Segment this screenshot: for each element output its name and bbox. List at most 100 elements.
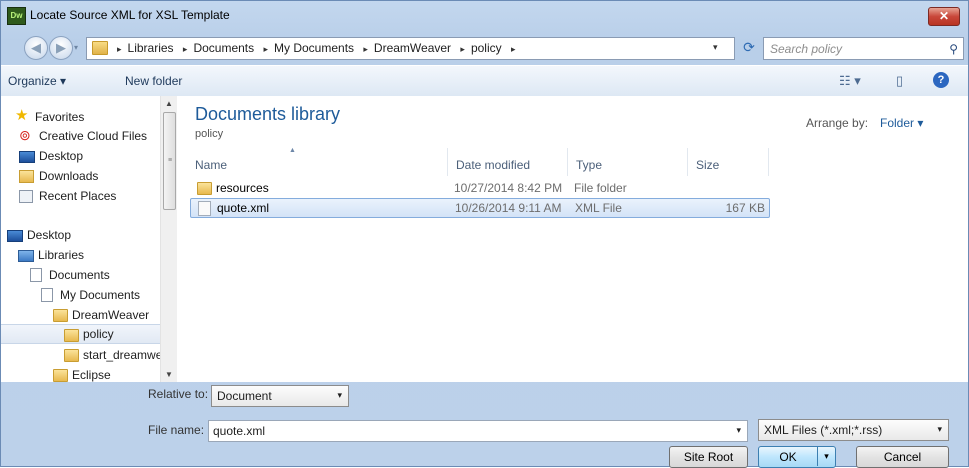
star-icon: ★ bbox=[15, 107, 29, 124]
site-root-button[interactable]: Site Root bbox=[669, 446, 748, 468]
nav-label: Creative Cloud Files bbox=[39, 129, 148, 143]
folder-icon bbox=[92, 41, 108, 55]
breadcrumb-libraries[interactable]: Libraries bbox=[128, 41, 174, 55]
breadcrumb-policy[interactable]: policy bbox=[471, 41, 502, 55]
file-date: 10/26/2014 9:11 AM bbox=[455, 201, 562, 215]
file-type-filter-select[interactable]: XML Files (*.xml;*.rss) ▾ bbox=[758, 419, 949, 441]
chevron-right-icon[interactable]: ▸ bbox=[183, 44, 188, 54]
relative-to-select[interactable]: Document ▾ bbox=[211, 385, 349, 407]
file-type: XML File bbox=[575, 201, 622, 215]
file-type: File folder bbox=[574, 181, 627, 195]
forward-button[interactable]: ▶ bbox=[49, 36, 73, 60]
file-row-quote-xml[interactable]: quote.xml 10/26/2014 9:11 AM XML File 16… bbox=[190, 198, 770, 218]
nav-desktop[interactable]: Desktop bbox=[1, 225, 161, 245]
column-header-date[interactable]: Date modified bbox=[456, 154, 566, 176]
scroll-thumb[interactable]: ≡ bbox=[163, 112, 176, 210]
search-icon[interactable]: ⚲ bbox=[949, 42, 958, 56]
grip-icon: ≡ bbox=[168, 157, 173, 164]
new-folder-button[interactable]: New folder bbox=[125, 74, 182, 88]
nav-label: DreamWeaver bbox=[72, 308, 150, 322]
close-button[interactable]: ✕ bbox=[928, 7, 960, 26]
nav-favorites[interactable]: ★ Favorites bbox=[1, 107, 161, 127]
nav-label: start_dreamweaver bbox=[83, 348, 161, 362]
chevron-right-icon[interactable]: ▸ bbox=[363, 44, 368, 54]
column-divider[interactable] bbox=[768, 148, 769, 176]
documents-icon bbox=[41, 288, 53, 302]
nav-creative-cloud[interactable]: ⊚ Creative Cloud Files bbox=[1, 126, 161, 146]
recent-locations-icon[interactable]: ▾ bbox=[74, 43, 78, 52]
recent-places-icon bbox=[19, 190, 33, 203]
cancel-button[interactable]: Cancel bbox=[856, 446, 949, 468]
library-subtitle: policy bbox=[195, 128, 224, 140]
breadcrumb-my-documents[interactable]: My Documents bbox=[274, 41, 354, 55]
file-row-resources[interactable]: resources 10/27/2014 8:42 PM File folder bbox=[190, 178, 768, 198]
file-type-filter-value: XML Files (*.xml;*.rss) bbox=[764, 423, 883, 437]
ok-dropdown-icon[interactable]: ▾ bbox=[817, 446, 835, 466]
back-button[interactable]: ◀ bbox=[24, 36, 48, 60]
nav-label: Desktop bbox=[39, 149, 84, 163]
column-divider[interactable] bbox=[567, 148, 568, 176]
nav-my-documents[interactable]: My Documents bbox=[1, 285, 161, 305]
column-header-name[interactable]: Name bbox=[195, 154, 445, 176]
file-name: resources bbox=[216, 181, 269, 195]
search-input[interactable]: Search policy ⚲ bbox=[763, 37, 964, 60]
column-divider[interactable] bbox=[687, 148, 688, 176]
nav-scrollbar[interactable]: ▲ ≡ ▼ bbox=[160, 96, 177, 382]
folder-icon bbox=[53, 369, 68, 382]
file-list-pane: Documents library policy Arrange by: Fol… bbox=[177, 96, 968, 382]
breadcrumb-documents[interactable]: Documents bbox=[193, 41, 254, 55]
window-title: Locate Source XML for XSL Template bbox=[30, 8, 230, 22]
nav-documents[interactable]: Documents bbox=[1, 265, 161, 285]
scroll-up-icon[interactable]: ▲ bbox=[165, 99, 173, 108]
creative-cloud-icon: ⊚ bbox=[19, 127, 31, 143]
organize-button[interactable]: Organize ▾ bbox=[8, 74, 66, 88]
change-view-icon[interactable]: ☷ ▾ bbox=[839, 73, 861, 89]
chevron-down-icon: ▾ bbox=[937, 424, 942, 434]
downloads-icon bbox=[19, 170, 34, 183]
refresh-icon[interactable]: ⟳ bbox=[739, 38, 759, 57]
column-header-type[interactable]: Type bbox=[576, 154, 686, 176]
nav-recent-places[interactable]: Recent Places bbox=[1, 186, 161, 206]
nav-label: Recent Places bbox=[39, 189, 117, 203]
column-divider[interactable] bbox=[447, 148, 448, 176]
nav-label: Desktop bbox=[27, 228, 72, 242]
chevron-right-icon[interactable]: ▸ bbox=[117, 44, 122, 54]
address-bar[interactable]: ▸ Libraries ▸ Documents ▸ My Documents ▸ Dre… bbox=[86, 37, 735, 60]
nav-label: Documents bbox=[49, 268, 110, 282]
chevron-right-icon[interactable]: ▸ bbox=[511, 44, 516, 54]
search-placeholder: Search policy bbox=[770, 42, 843, 56]
nav-policy[interactable]: policy bbox=[1, 324, 162, 344]
nav-label: policy bbox=[83, 327, 114, 341]
preview-pane-icon[interactable]: ▯ bbox=[896, 73, 903, 89]
nav-label: Downloads bbox=[39, 169, 99, 183]
breadcrumb-dreamweaver[interactable]: DreamWeaver bbox=[374, 41, 451, 55]
title-bar: Dw Locate Source XML for XSL Template ✕ bbox=[1, 1, 968, 31]
nav-eclipse[interactable]: Eclipse bbox=[1, 365, 161, 382]
arrange-by-dropdown[interactable]: Folder ▾ bbox=[880, 116, 923, 130]
chevron-right-icon[interactable]: ▸ bbox=[460, 44, 465, 54]
scroll-down-icon[interactable]: ▼ bbox=[165, 370, 173, 379]
folder-icon bbox=[53, 309, 68, 322]
nav-libraries[interactable]: Libraries bbox=[1, 245, 161, 265]
chevron-down-icon[interactable]: ▾ bbox=[736, 425, 741, 436]
file-name: quote.xml bbox=[217, 201, 270, 215]
ok-button[interactable]: OK ▾ bbox=[758, 446, 836, 468]
nav-label: Eclipse bbox=[72, 368, 111, 382]
nav-downloads[interactable]: Downloads bbox=[1, 166, 161, 186]
column-header-size[interactable]: Size bbox=[696, 154, 766, 176]
navigation-pane: ★ Favorites ⊚ Creative Cloud Files Deskt… bbox=[1, 96, 177, 382]
chevron-right-icon[interactable]: ▸ bbox=[263, 44, 268, 54]
file-name-input[interactable]: quote.xml ▾ bbox=[208, 420, 748, 442]
file-name-label: File name: bbox=[148, 423, 205, 437]
ok-label: OK bbox=[779, 450, 797, 464]
nav-dreamweaver[interactable]: DreamWeaver bbox=[1, 305, 161, 325]
nav-start-dreamweaver[interactable]: start_dreamweaver bbox=[1, 345, 161, 365]
address-dropdown-icon[interactable]: ▾ bbox=[713, 42, 718, 53]
file-size: 167 KB bbox=[725, 201, 765, 215]
nav-desktop-favorite[interactable]: Desktop bbox=[1, 146, 161, 166]
help-icon[interactable]: ? bbox=[933, 72, 949, 88]
nav-label: My Documents bbox=[60, 288, 141, 302]
libraries-icon bbox=[18, 250, 34, 262]
dialog-footer: Relative to: Document ▾ File name: quote… bbox=[1, 383, 968, 468]
chevron-down-icon: ▾ bbox=[337, 390, 342, 400]
